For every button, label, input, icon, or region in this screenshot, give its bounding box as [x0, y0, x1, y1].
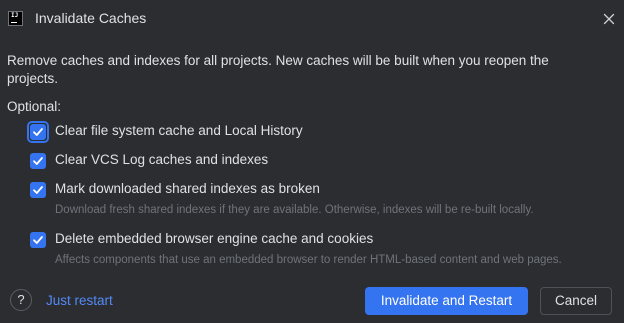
title-bar: IJ Invalidate Caches: [0, 0, 624, 38]
option-label[interactable]: Clear VCS Log caches and indexes: [55, 152, 268, 167]
dialog-title: Invalidate Caches: [35, 10, 147, 26]
option-label[interactable]: Delete embedded browser engine cache and…: [55, 231, 373, 246]
close-button[interactable]: [601, 11, 617, 27]
option-label[interactable]: Mark downloaded shared indexes as broken: [55, 181, 320, 196]
optional-label: Optional:: [7, 99, 62, 114]
checkbox-clear-file-system-cache[interactable]: [30, 124, 46, 140]
cancel-button[interactable]: Cancel: [540, 287, 612, 315]
invalidate-and-restart-button[interactable]: Invalidate and Restart: [365, 287, 528, 315]
option-hint: Affects components that use an embedded …: [55, 254, 562, 266]
checkbox-delete-browser-cache[interactable]: [30, 232, 46, 248]
checkbox-mark-shared-indexes-broken[interactable]: [30, 182, 46, 198]
option-label[interactable]: Clear file system cache and Local Histor…: [55, 123, 303, 138]
dialog-description: Remove caches and indexes for all projec…: [7, 53, 549, 86]
intellij-app-icon: IJ: [8, 11, 23, 26]
app-icon-underline: [11, 22, 17, 23]
invalidate-caches-dialog: IJ Invalidate Caches Remove caches and i…: [0, 0, 624, 323]
checkmark-icon: [33, 157, 43, 165]
app-icon-glyph: IJ: [11, 12, 19, 19]
option-hint: Download fresh shared indexes if they ar…: [55, 204, 534, 216]
just-restart-link[interactable]: Just restart: [46, 293, 113, 308]
checkmark-icon: [33, 128, 43, 136]
close-icon: [603, 13, 615, 25]
checkmark-icon: [33, 186, 43, 194]
checkbox-clear-vcs-log-caches[interactable]: [30, 153, 46, 169]
help-button[interactable]: ?: [10, 289, 32, 311]
checkmark-icon: [33, 236, 43, 244]
